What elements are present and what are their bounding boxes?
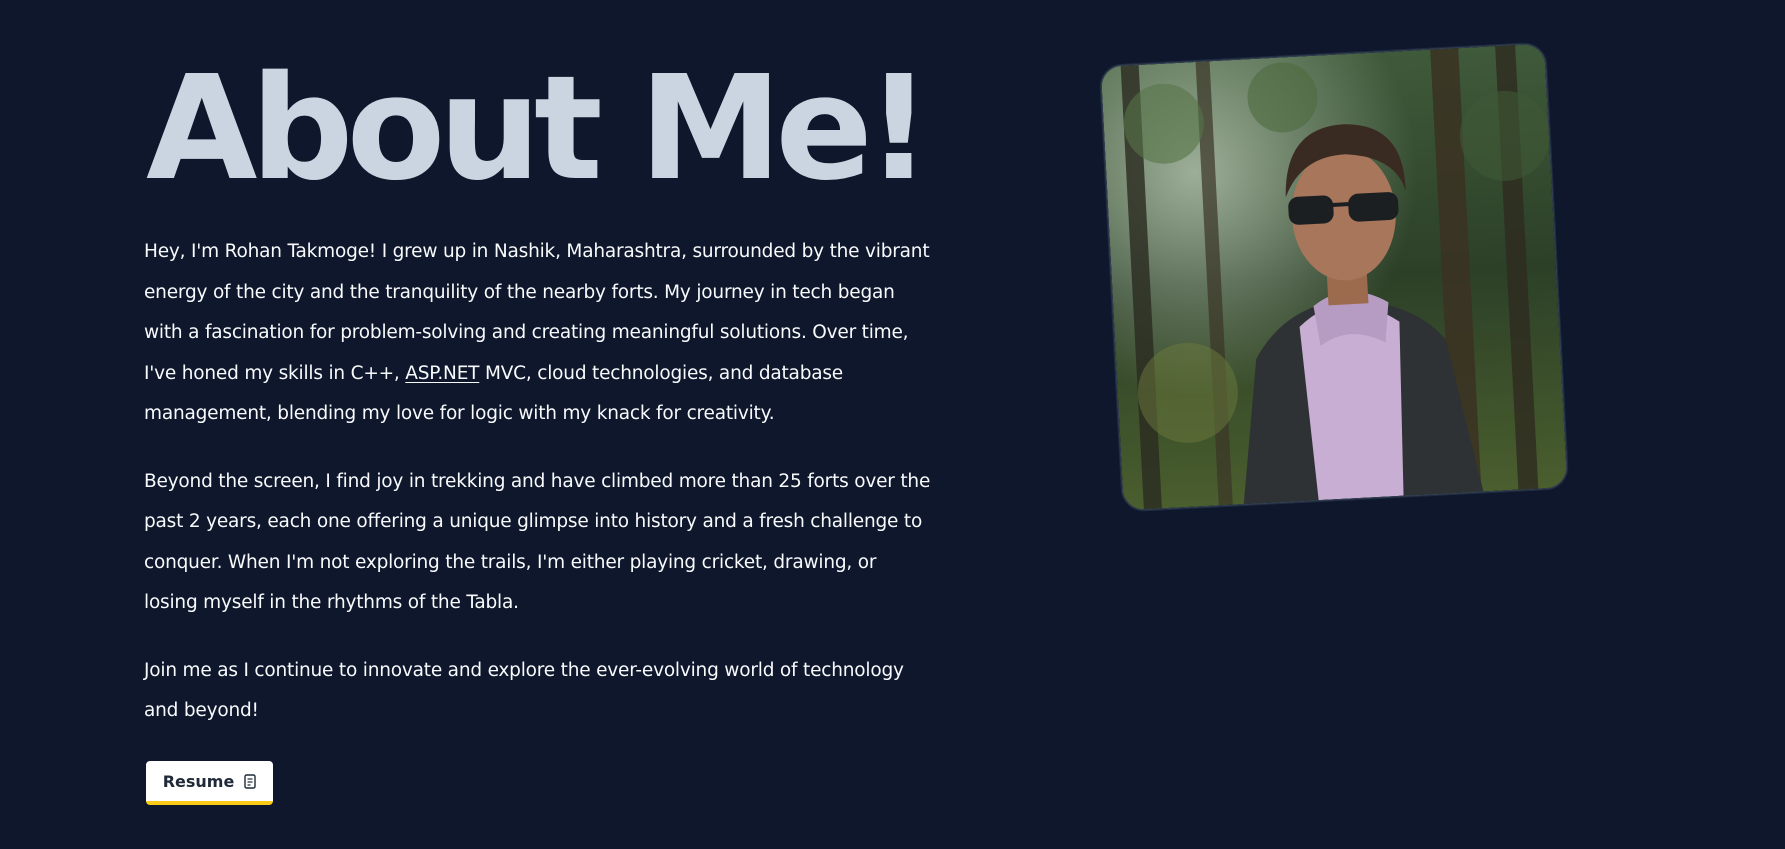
about-section: About Me! Hey, I'm Rohan Takmoge! I grew…: [0, 0, 1785, 849]
bio-paragraph-1: Hey, I'm Rohan Takmoge! I grew up in Nas…: [144, 232, 934, 435]
profile-photo-image: [1100, 43, 1568, 511]
aspnet-link[interactable]: ASP.NET: [405, 363, 479, 384]
bio-paragraph-2: Beyond the screen, I find joy in trekkin…: [144, 470, 931, 614]
bio-paragraph-3: Join me as I continue to innovate and ex…: [144, 659, 904, 722]
profile-photo: [1099, 42, 1569, 512]
resume-button[interactable]: Resume: [146, 761, 273, 805]
bio-text: Hey, I'm Rohan Takmoge! I grew up in Nas…: [144, 232, 934, 759]
page-title: About Me!: [146, 44, 932, 212]
document-icon: [244, 773, 256, 789]
resume-button-label: Resume: [162, 771, 235, 791]
